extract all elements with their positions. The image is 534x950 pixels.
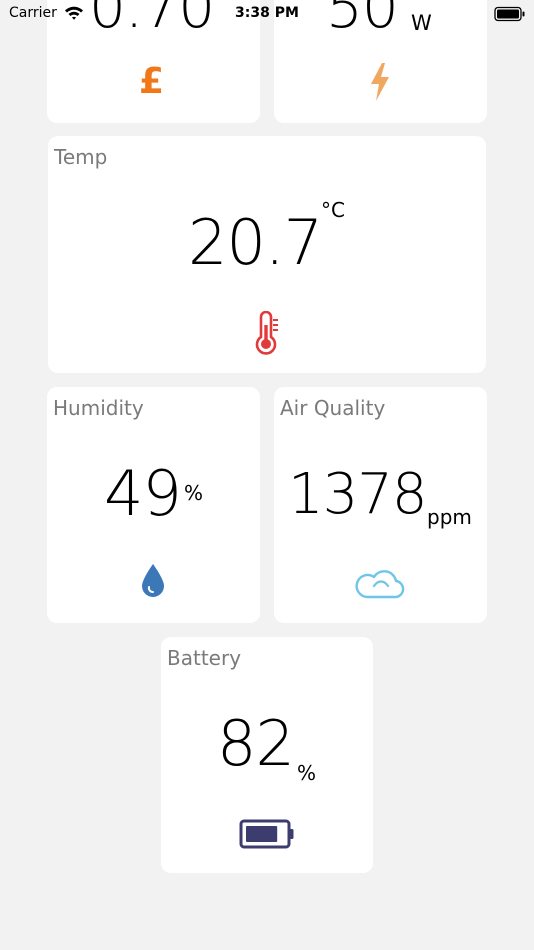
battery-unit: % xyxy=(297,761,317,785)
lightning-icon xyxy=(371,63,389,101)
status-bar: Carrier 3:38 PM xyxy=(0,0,534,30)
humidity-title: Humidity xyxy=(53,396,144,420)
humidity-card[interactable]: Humidity 49 % xyxy=(47,387,260,623)
battery-title: Battery xyxy=(167,646,242,670)
temp-title: Temp xyxy=(54,145,108,169)
water-drop-icon xyxy=(142,564,164,597)
thermometer-icon xyxy=(255,311,278,355)
temp-value: 20.7 xyxy=(188,206,323,279)
battery-value: 82 xyxy=(217,707,295,780)
humidity-value: 49 xyxy=(104,457,182,530)
cloud-icon xyxy=(355,570,405,599)
status-time: 3:38 PM xyxy=(235,5,299,21)
humidity-unit: % xyxy=(184,481,204,505)
battery-card[interactable]: Battery 82 % xyxy=(161,637,373,873)
battery-icon xyxy=(239,819,294,849)
temp-unit: °C xyxy=(321,198,345,222)
air-quality-value: 1378 xyxy=(288,462,428,527)
air-quality-unit: ppm xyxy=(427,505,472,529)
temp-card[interactable]: Temp 20.7 °C xyxy=(48,136,486,373)
pound-icon: £ xyxy=(139,61,165,102)
air-quality-card[interactable]: Air Quality 1378 ppm xyxy=(274,387,487,623)
air-quality-title: Air Quality xyxy=(280,396,386,420)
status-battery-icon xyxy=(494,6,525,22)
